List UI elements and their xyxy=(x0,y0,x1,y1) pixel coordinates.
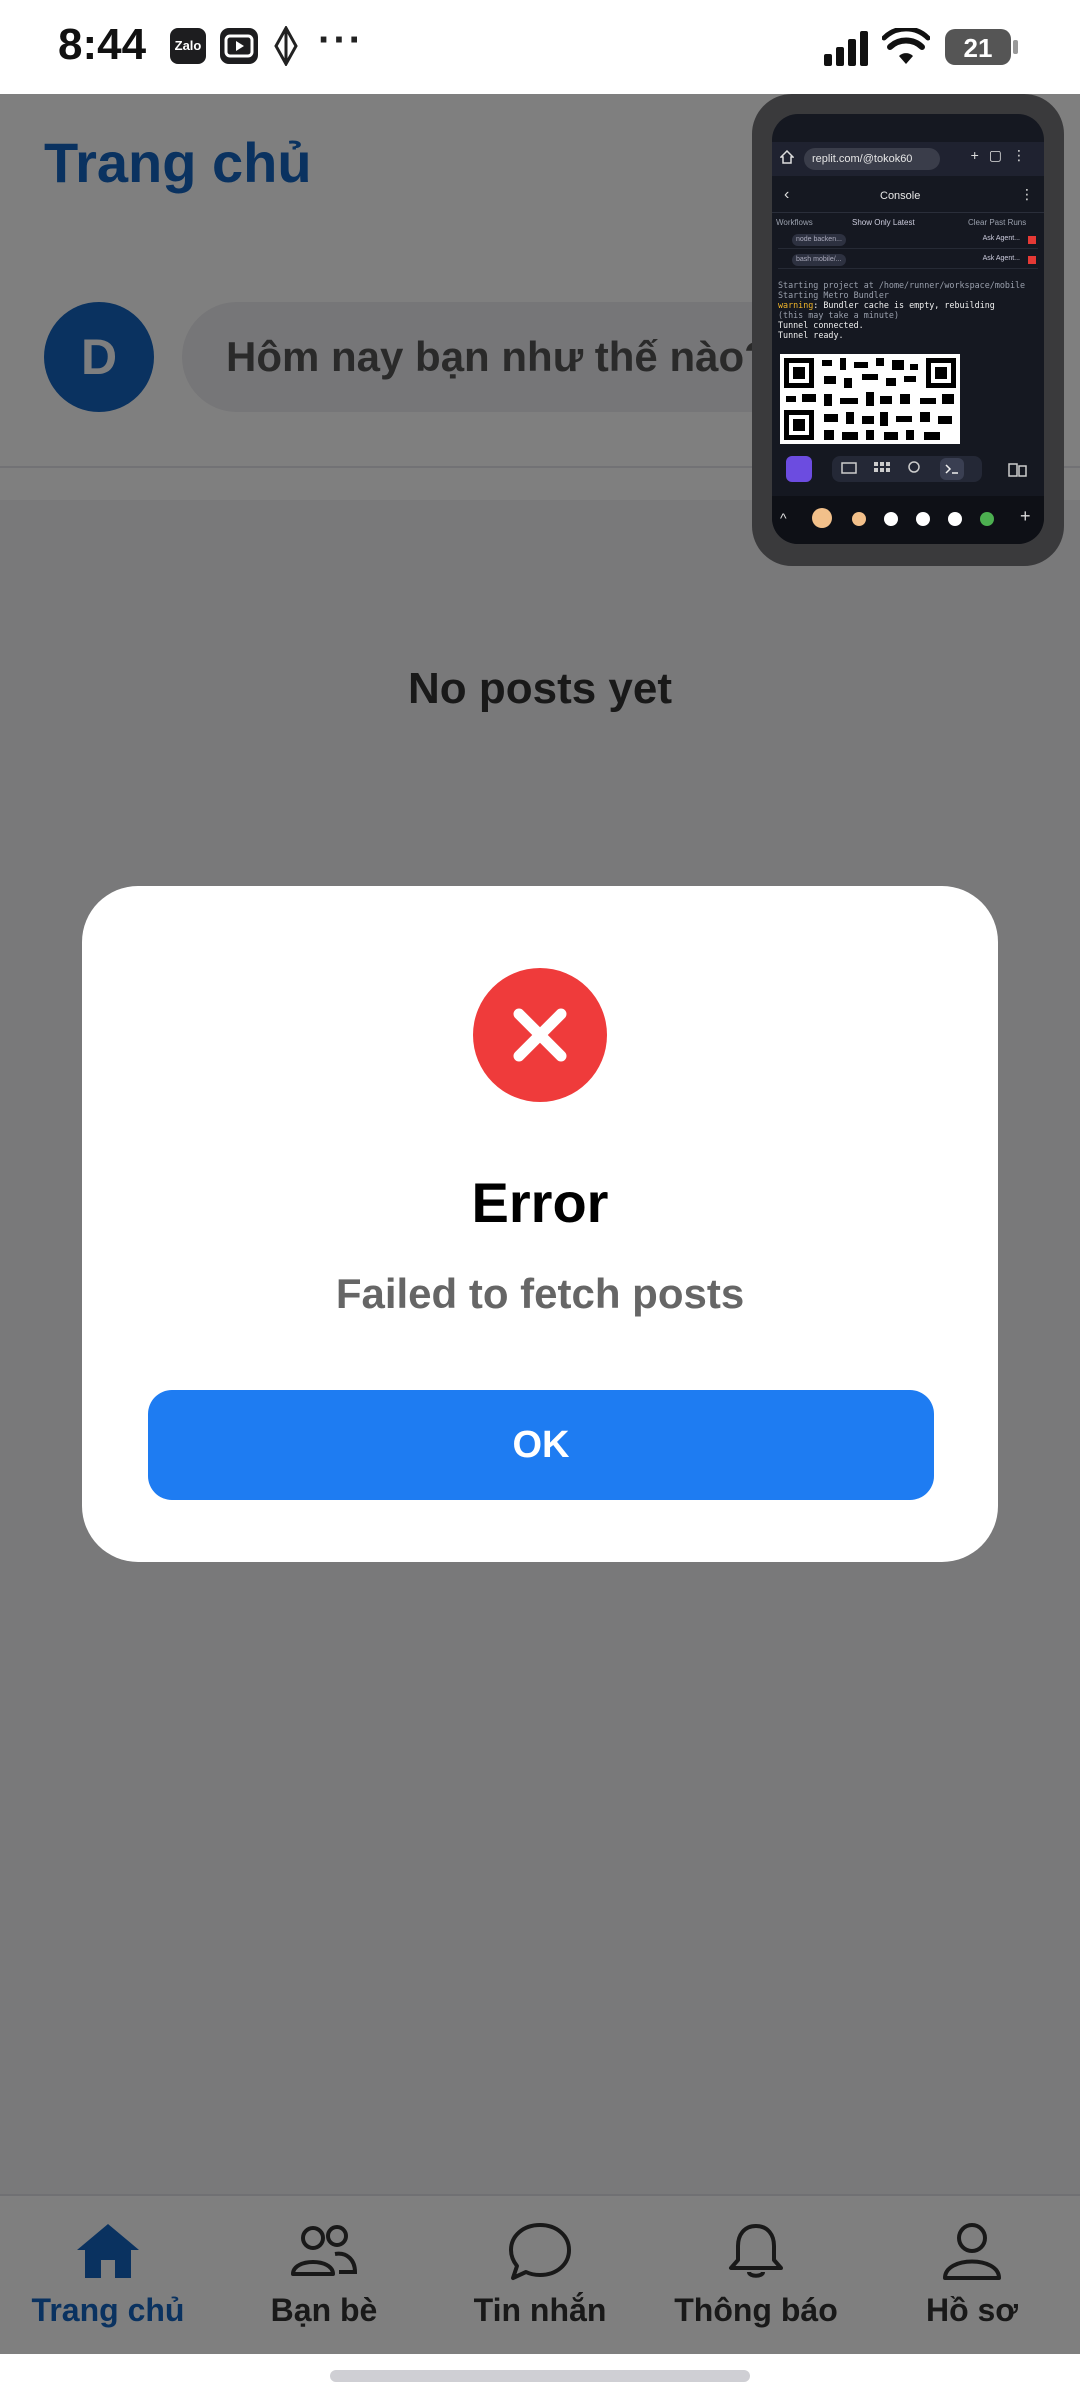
chevron-up-icon: ^ xyxy=(780,510,787,526)
qr-code-icon xyxy=(780,354,960,444)
tab-favicon-icon xyxy=(916,512,930,526)
add-tab-icon: + xyxy=(1020,506,1031,526)
log-line: Tunnel ready. xyxy=(778,330,844,340)
pip-toolbar xyxy=(772,450,1044,490)
video-app-icon xyxy=(220,28,258,64)
pip-browser-bar: replit.com/@tokok60 +▢⋮ xyxy=(772,142,1044,176)
battery-icon: 21 xyxy=(944,28,1020,71)
pip-workflow-row: bash mobile/... Ask Agent... xyxy=(778,252,1038,269)
diamond-icon xyxy=(272,24,300,71)
zalo-app-icon: Zalo xyxy=(170,28,206,64)
signal-icon xyxy=(824,30,870,71)
log-line: Starting project at /home/runner/workspa… xyxy=(778,280,1026,290)
pip-row-name: node backen... xyxy=(792,234,846,246)
pip-row-name: bash mobile/... xyxy=(792,254,846,266)
status-bar: 8:44 Zalo ··· 21 xyxy=(0,0,1080,94)
pip-tool-icons xyxy=(832,456,982,482)
stop-button-icon xyxy=(786,456,812,482)
picture-in-picture-window[interactable]: replit.com/@tokok60 +▢⋮ ‹ Console ⋮ Work… xyxy=(752,94,1064,566)
battery-level: 21 xyxy=(964,33,993,63)
pip-browser-actions-icon: +▢⋮ xyxy=(970,147,1036,163)
log-line: Starting Metro Bundler xyxy=(778,290,889,300)
stop-icon xyxy=(1028,236,1036,244)
tab-favicon-icon xyxy=(980,512,994,526)
tab-favicon-icon xyxy=(884,512,898,526)
pip-console-title: Console xyxy=(880,190,921,202)
log-line: Tunnel connected. xyxy=(778,320,864,330)
devices-icon xyxy=(1008,463,1027,477)
pip-console-header: ‹ Console ⋮ xyxy=(772,182,1044,213)
home-indicator-area xyxy=(0,2354,1080,2400)
status-time: 8:44 xyxy=(58,20,147,69)
tab-favicon-icon xyxy=(852,512,866,526)
home-indicator[interactable] xyxy=(330,2370,750,2382)
more-notifications-icon: ··· xyxy=(318,18,364,62)
pip-clear-runs: Clear Past Runs xyxy=(968,218,1027,227)
pip-screen: replit.com/@tokok60 +▢⋮ ‹ Console ⋮ Work… xyxy=(772,114,1044,544)
pip-browser-tabs: ^ + xyxy=(772,496,1044,544)
more-icon: ⋮ xyxy=(1020,186,1034,202)
log-line: (this may take a minute) xyxy=(778,310,900,320)
pip-workflow-row: node backen... Ask Agent... xyxy=(778,232,1038,249)
dialog-title: Error xyxy=(471,1171,609,1234)
log-warning-text: : Bundler cache is empty, rebuilding xyxy=(813,300,995,310)
pip-show-latest: Show Only Latest xyxy=(852,218,915,227)
back-icon: ‹ xyxy=(784,186,790,203)
pip-row-agent: Ask Agent... xyxy=(982,235,1020,242)
error-dialog: Error Failed to fetch posts OK xyxy=(82,886,998,1562)
pip-console-log: Starting project at /home/runner/workspa… xyxy=(778,280,1040,340)
home-icon xyxy=(780,150,794,164)
error-x-icon xyxy=(473,968,607,1102)
wifi-icon xyxy=(881,26,931,71)
tab-favicon-icon xyxy=(948,512,962,526)
pip-url-field: replit.com/@tokok60 xyxy=(804,148,940,170)
log-warning-label: warning xyxy=(778,300,814,310)
stop-icon xyxy=(1028,256,1036,264)
ok-button[interactable]: OK xyxy=(148,1390,934,1500)
tab-favicon-icon xyxy=(812,508,832,528)
pip-workflows-label: Workflows xyxy=(776,218,813,227)
dialog-message: Failed to fetch posts xyxy=(335,1270,745,1317)
pip-row-agent: Ask Agent... xyxy=(982,255,1020,262)
